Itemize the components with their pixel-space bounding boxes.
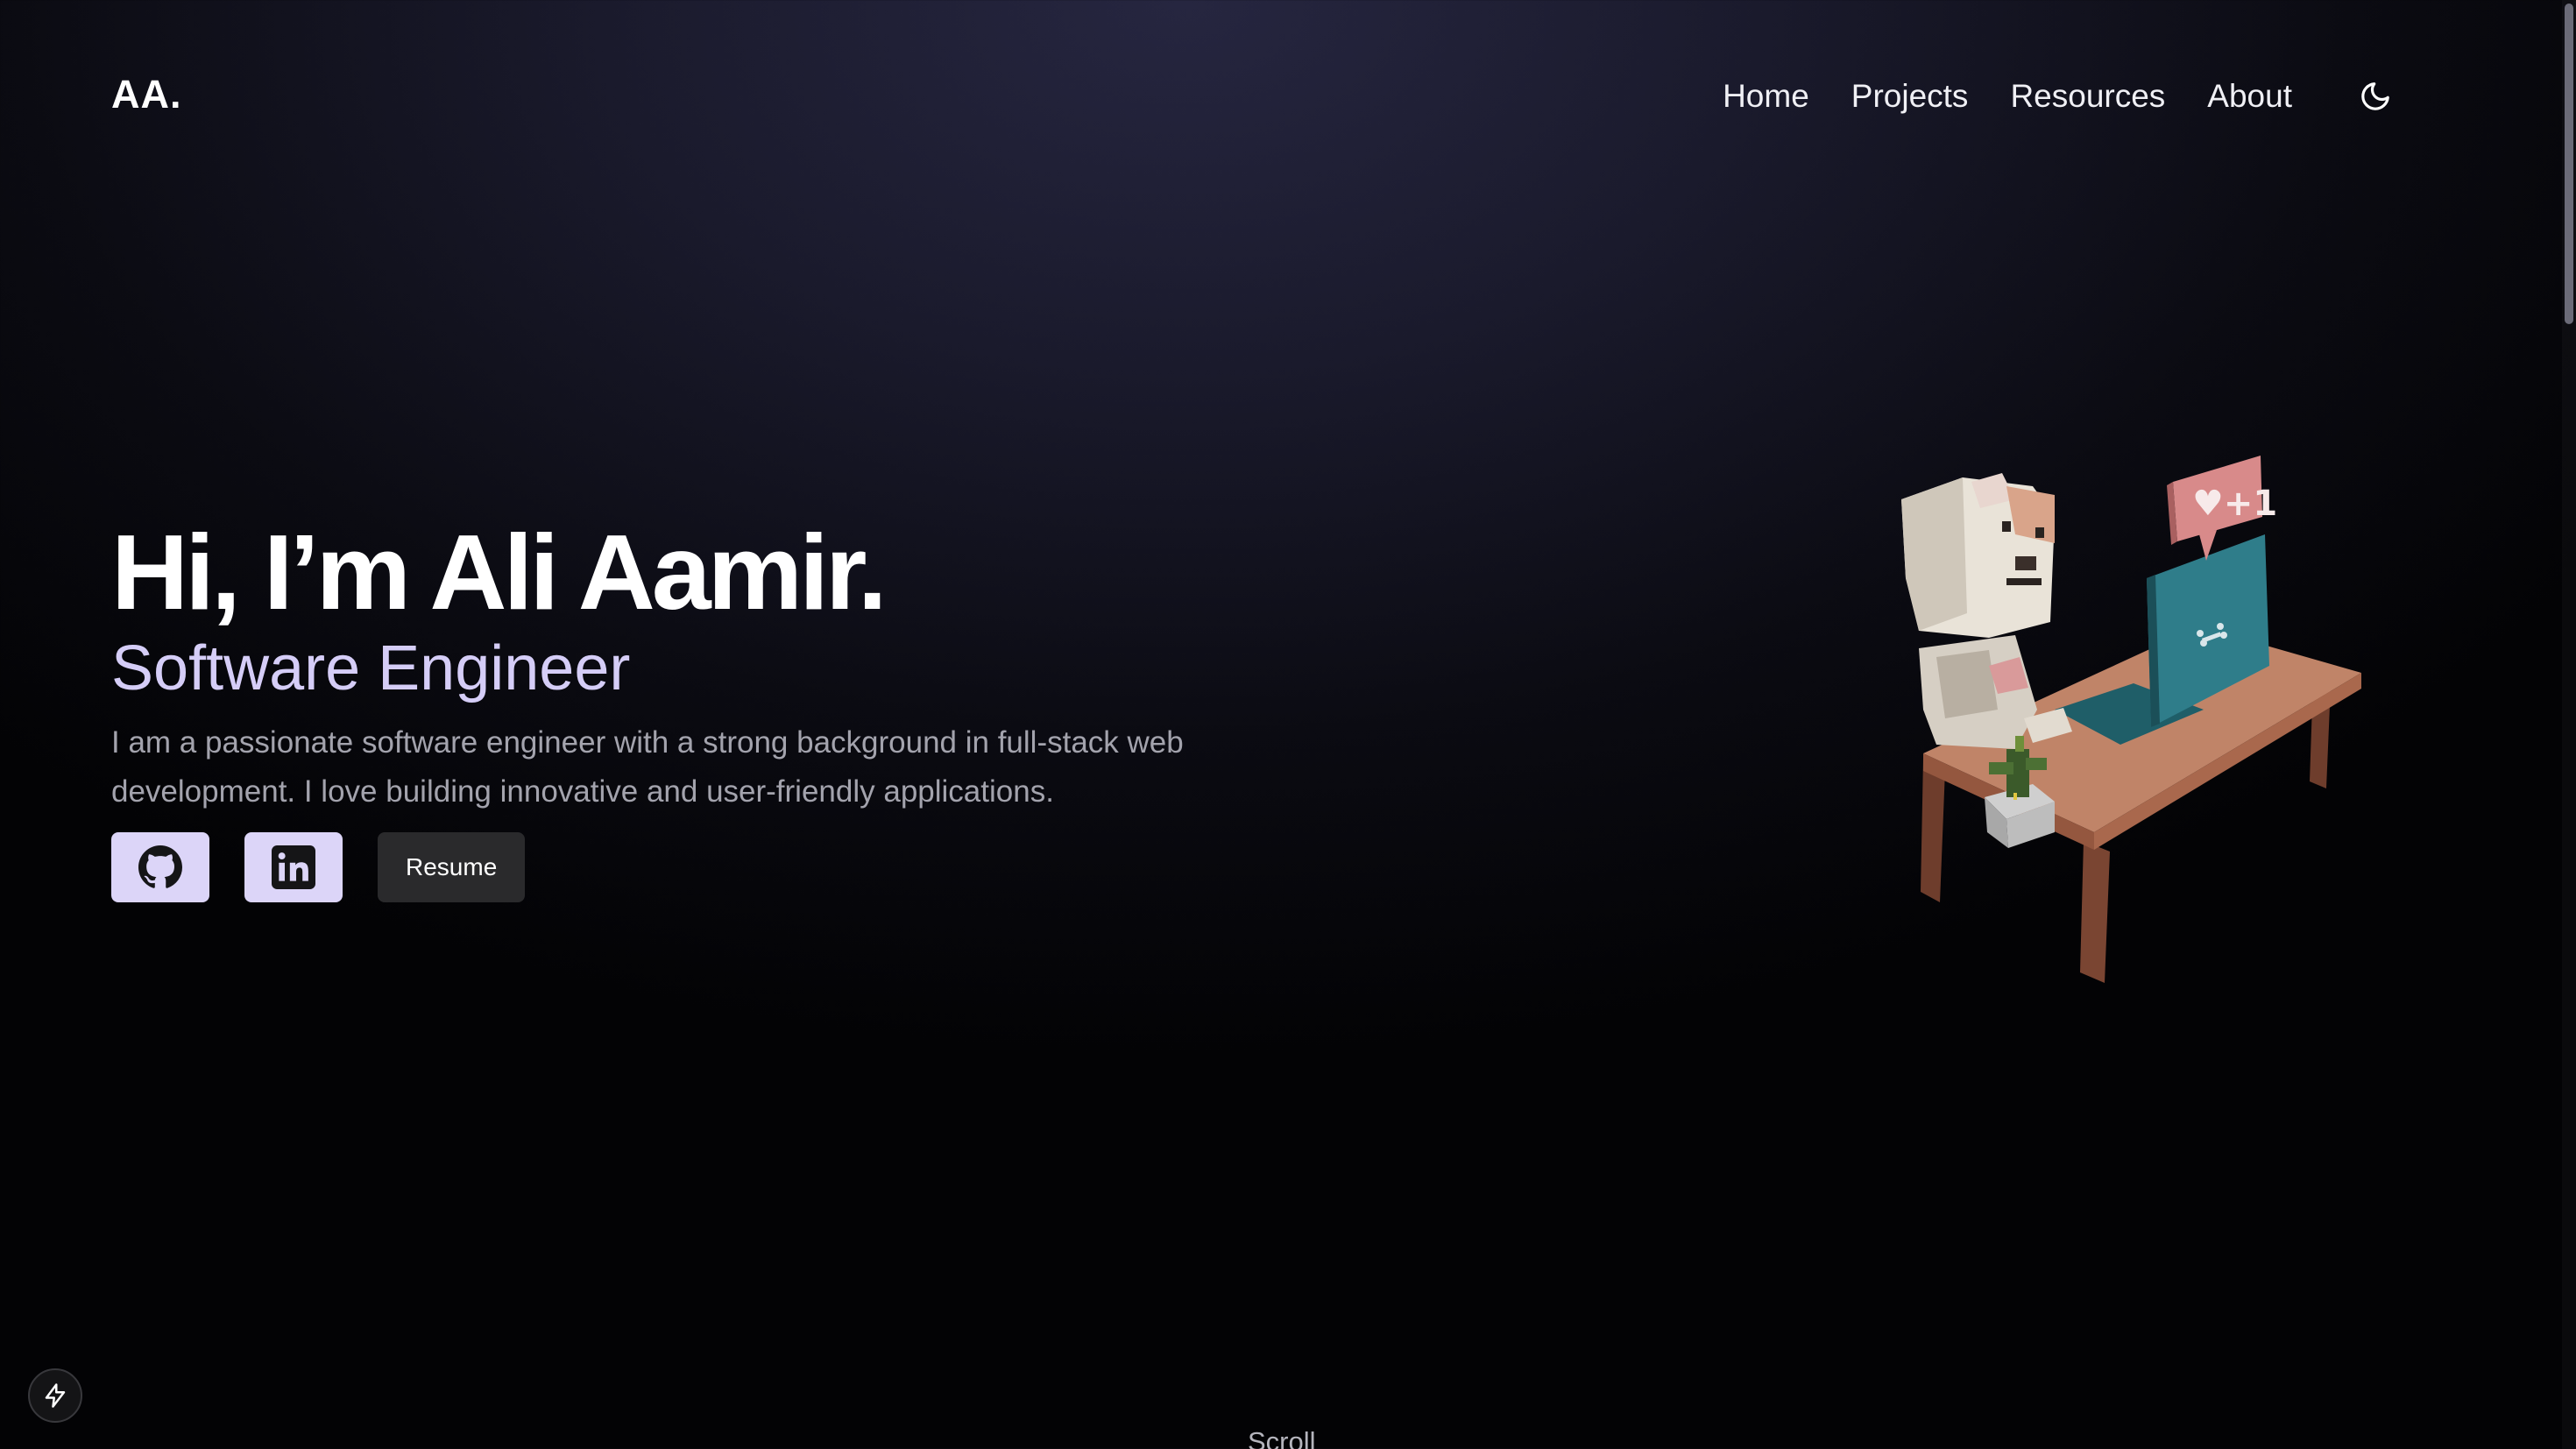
github-icon xyxy=(138,845,182,888)
main-nav: Home Projects Resources About xyxy=(1681,74,2397,119)
hero-actions: Resume xyxy=(111,832,1338,902)
linkedin-icon xyxy=(272,845,315,889)
hero-subtitle: Software Engineer xyxy=(111,633,631,703)
hero-title: Hi, I’m Ali Aamir. xyxy=(111,512,888,632)
theme-toggle-button[interactable] xyxy=(2353,74,2397,118)
nav-about[interactable]: About xyxy=(2207,74,2292,119)
resume-button[interactable]: Resume xyxy=(378,832,526,902)
linkedin-button[interactable] xyxy=(244,832,343,902)
scroll-indicator: Scroll xyxy=(1248,1426,1316,1449)
lightning-icon xyxy=(45,1383,66,1408)
voxel-dog-illustration: ♥+1 xyxy=(1884,447,2374,999)
site-logo[interactable]: AA. xyxy=(111,72,182,117)
nav-home[interactable]: Home xyxy=(1723,74,1809,119)
badge-label: ♥+1 xyxy=(2192,484,2277,524)
hero-description: I am a passionate software engineer with… xyxy=(111,725,1184,809)
nav-projects[interactable]: Projects xyxy=(1851,74,1969,119)
scrollbar-thumb[interactable] xyxy=(2565,4,2573,324)
github-button[interactable] xyxy=(111,832,209,902)
hero-section: Hi, I’m Ali Aamir. Software Engineer I a… xyxy=(111,515,1338,902)
scrollbar-track[interactable] xyxy=(2562,0,2576,1449)
nav-resources[interactable]: Resources xyxy=(2010,74,2165,119)
moon-icon xyxy=(2361,82,2389,110)
voxel-scene: ♥+1 xyxy=(1901,456,2361,983)
lightning-button[interactable] xyxy=(28,1368,82,1423)
